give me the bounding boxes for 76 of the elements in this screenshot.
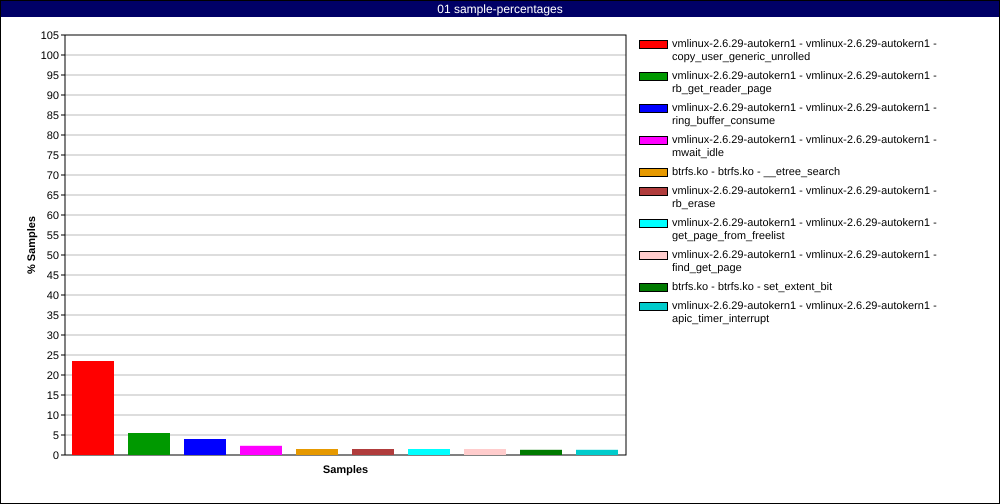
x-axis-title: Samples — [322, 464, 368, 476]
legend-swatch — [639, 104, 668, 113]
y-tick — [60, 414, 66, 416]
legend-swatch — [639, 136, 668, 145]
y-tick-label: 0 — [52, 450, 59, 462]
y-tick — [60, 54, 66, 56]
y-tick-label: 75 — [46, 150, 59, 162]
y-tick-label: 100 — [40, 50, 59, 62]
legend-label: btrfs.ko - btrfs.ko - __etree_search — [672, 166, 842, 179]
y-tick — [60, 94, 66, 96]
y-tick — [60, 174, 66, 176]
y-tick — [60, 274, 66, 276]
y-tick — [60, 234, 66, 236]
y-tick-label: 45 — [46, 270, 59, 282]
y-tick-label: 50 — [46, 250, 59, 262]
y-tick-label: 15 — [46, 390, 59, 402]
y-tick — [60, 374, 66, 376]
y-tick-label: 20 — [46, 370, 59, 382]
bar — [352, 449, 394, 455]
bar — [464, 449, 506, 455]
y-tick-label: 25 — [46, 350, 59, 362]
legend-label: vmlinux-2.6.29-autokern1 - vmlinux-2.6.29-autokern1 - mwait_idle — [672, 134, 938, 160]
y-tick-label: 85 — [46, 110, 59, 122]
legend-label: vmlinux-2.6.29-autokern1 - vmlinux-2.6.29-autokern1 - get_page_from_freelist — [672, 217, 938, 243]
y-tick-label: 5 — [52, 430, 59, 442]
bar — [184, 439, 226, 455]
y-tick — [60, 214, 66, 216]
y-tick — [60, 254, 66, 256]
y-tick-label: 55 — [46, 230, 59, 242]
legend-swatch — [639, 187, 668, 196]
y-tick-label: 10 — [46, 410, 59, 422]
bar — [296, 449, 338, 455]
y-tick — [60, 454, 66, 456]
bar — [128, 433, 170, 455]
legend-label: vmlinux-2.6.29-autokern1 - vmlinux-2.6.29-autokern1 - ring_buffer_consume — [672, 102, 938, 128]
y-tick-label: 60 — [46, 210, 59, 222]
y-tick — [60, 134, 66, 136]
y-tick — [60, 434, 66, 436]
window-title: 01 sample-percentages — [437, 1, 563, 17]
y-tick — [60, 114, 66, 116]
legend-label: vmlinux-2.6.29-autokern1 - vmlinux-2.6.29-autokern1 - copy_user_generic_unrolled — [672, 38, 938, 64]
bar — [576, 450, 618, 455]
y-tick — [60, 194, 66, 196]
y-tick — [60, 394, 66, 396]
y-tick — [60, 34, 66, 36]
legend-swatch — [639, 302, 668, 311]
bar — [520, 450, 562, 455]
legend-swatch — [639, 72, 668, 81]
legend-swatch — [639, 168, 668, 177]
y-tick-label: 90 — [46, 90, 59, 102]
legend-swatch — [639, 251, 668, 260]
y-tick-label: 65 — [46, 190, 59, 202]
y-tick — [60, 294, 66, 296]
y-tick — [60, 74, 66, 76]
y-tick-label: 80 — [46, 130, 59, 142]
y-tick — [60, 154, 66, 156]
legend-label: vmlinux-2.6.29-autokern1 - vmlinux-2.6.29-autokern1 - rb_get_reader_page — [672, 70, 938, 96]
y-tick — [60, 354, 66, 356]
y-tick-label: 105 — [40, 30, 59, 42]
y-tick-label: 95 — [46, 70, 59, 82]
y-tick-label: 30 — [46, 330, 59, 342]
legend-label: vmlinux-2.6.29-autokern1 - vmlinux-2.6.29-autokern1 - find_get_page — [672, 249, 938, 275]
y-tick — [60, 314, 66, 316]
y-tick-label: 40 — [46, 290, 59, 302]
y-tick-label: 70 — [46, 170, 59, 182]
y-axis-title: % Samples — [26, 216, 38, 274]
legend-label: vmlinux-2.6.29-autokern1 - vmlinux-2.6.29-autokern1 - apic_timer_interrupt — [672, 300, 938, 326]
bar — [408, 449, 450, 455]
legend-swatch — [639, 40, 668, 49]
legend-swatch — [639, 219, 668, 228]
legend-label: vmlinux-2.6.29-autokern1 - vmlinux-2.6.29-autokern1 - rb_erase — [672, 185, 938, 211]
y-tick-label: 35 — [46, 310, 59, 322]
y-tick — [60, 334, 66, 336]
bar — [240, 446, 282, 455]
legend-label: btrfs.ko - btrfs.ko - set_extent_bit — [672, 281, 834, 294]
legend-swatch — [639, 283, 668, 292]
